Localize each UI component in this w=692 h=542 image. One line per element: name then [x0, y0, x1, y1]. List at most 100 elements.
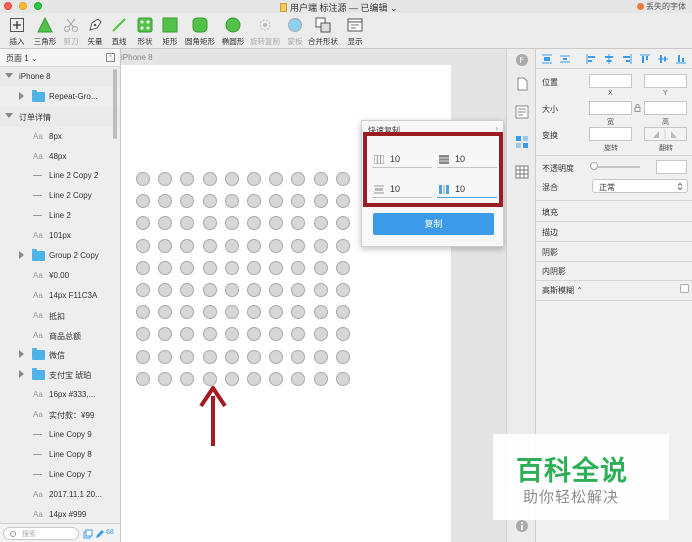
circle-shape[interactable] [224, 260, 239, 275]
disclosure-triangle-icon[interactable] [5, 112, 13, 118]
circle-shape[interactable] [269, 305, 284, 320]
circle-shape[interactable] [202, 283, 217, 297]
circle-shape[interactable] [269, 238, 284, 253]
circle-shape[interactable] [269, 172, 284, 186]
align-bottom-icon[interactable] [676, 54, 686, 64]
circle-shape[interactable] [158, 216, 173, 231]
circle-shape[interactable] [180, 349, 195, 364]
circle-shape[interactable] [291, 194, 306, 209]
circle-shape[interactable] [224, 172, 239, 186]
circle-shape[interactable] [180, 194, 195, 209]
circle-shape[interactable] [269, 260, 284, 275]
layer-item[interactable]: Line 2 Copy 2 [0, 166, 120, 187]
circle-shape[interactable] [202, 194, 217, 209]
layer-item[interactable]: Line 2 Copy [0, 186, 120, 207]
circle-shape[interactable] [313, 238, 328, 253]
layer-item[interactable]: 订单详情 [0, 106, 120, 127]
circle-shape[interactable] [158, 172, 173, 186]
circle-shape[interactable] [247, 327, 261, 342]
layer-item[interactable]: Aa ¥0.00 [0, 265, 120, 286]
circle-shape[interactable] [158, 305, 173, 320]
circle-shape[interactable] [158, 260, 173, 275]
circle-shape[interactable] [224, 327, 239, 342]
artboard-label[interactable]: iPhone 8 [121, 53, 153, 62]
flip-buttons[interactable] [644, 127, 687, 141]
circle-shape[interactable] [136, 260, 150, 275]
layer-item[interactable]: Line Copy 8 [0, 444, 120, 465]
zoom-window-button[interactable] [34, 2, 42, 10]
circle-shape[interactable] [335, 349, 350, 364]
circle-shape[interactable] [180, 305, 195, 320]
copy-button[interactable]: 复制 [373, 213, 494, 235]
info-icon[interactable] [515, 519, 529, 533]
circle-shape[interactable] [202, 349, 217, 364]
circle-shape[interactable] [269, 194, 284, 209]
circle-shape[interactable] [202, 305, 217, 320]
circle-shape[interactable] [247, 260, 261, 275]
circle-shape[interactable] [247, 283, 261, 297]
table-icon[interactable] [515, 165, 529, 179]
circle-shape[interactable] [269, 349, 284, 364]
font-icon[interactable]: F [515, 53, 529, 67]
add-page-icon[interactable]: ▫ [106, 53, 115, 62]
layers-scrollbar[interactable] [113, 69, 117, 139]
circle-shape[interactable] [291, 305, 306, 320]
opacity-slider-track[interactable] [594, 166, 640, 168]
circle-shape[interactable] [136, 283, 150, 297]
circle-shape[interactable] [313, 305, 328, 320]
rounded-rectangle-button[interactable]: 圆角矩形 [183, 17, 217, 47]
lock-icon[interactable] [634, 104, 641, 112]
blend-mode-select[interactable]: 正常 [592, 179, 688, 193]
circle-shape[interactable] [224, 216, 239, 231]
circle-shape[interactable] [335, 327, 350, 342]
layer-item[interactable]: Group 2 Copy [0, 246, 120, 266]
circle-shape[interactable] [269, 371, 284, 386]
circle-shape[interactable] [313, 327, 328, 342]
circle-shape[interactable] [224, 283, 239, 297]
circle-shape[interactable] [136, 371, 150, 386]
circle-shape[interactable] [247, 216, 261, 231]
circle-shape[interactable] [269, 327, 284, 342]
circle-shape[interactable] [291, 283, 306, 297]
align-center-icon[interactable] [604, 54, 614, 64]
circle-shape[interactable] [291, 216, 306, 231]
circle-shape[interactable] [136, 216, 150, 231]
circle-shape[interactable] [335, 283, 350, 297]
page-selector[interactable]: 页面 1 ⌄ ▫ [0, 49, 120, 67]
layer-item[interactable]: Aa 14px F11C3A [0, 285, 120, 306]
circle-shape[interactable] [136, 238, 150, 253]
layer-item[interactable]: Aa 商品总额 [0, 325, 120, 346]
layer-item[interactable]: iPhone 8 [0, 67, 120, 87]
circle-shape[interactable] [291, 260, 306, 275]
close-window-button[interactable] [4, 2, 12, 10]
layer-item[interactable]: 微信 [0, 345, 120, 366]
layer-item[interactable]: Aa 16px #333,... [0, 385, 120, 406]
disclosure-triangle-icon[interactable] [19, 251, 24, 260]
circle-shape[interactable] [202, 260, 217, 275]
rotate-copy-button[interactable]: 旋转复制 [248, 17, 282, 47]
layer-item[interactable]: Aa 101px [0, 226, 120, 247]
circle-shape[interactable] [291, 327, 306, 342]
shadow-section[interactable]: 阴影 [542, 247, 558, 258]
y-position-input[interactable] [644, 74, 687, 88]
circle-shape[interactable] [180, 371, 195, 386]
circle-shape[interactable] [335, 194, 350, 209]
layer-item[interactable]: Repeat-Gro... [0, 86, 120, 107]
copy-layers-icon[interactable] [83, 529, 93, 539]
circle-shape[interactable] [291, 172, 306, 186]
circle-shape[interactable] [291, 371, 306, 386]
layer-item[interactable]: Aa 14px #999 [0, 504, 120, 525]
circle-shape[interactable] [335, 216, 350, 231]
circle-shape[interactable] [313, 371, 328, 386]
align-right-icon[interactable] [622, 54, 632, 64]
disclosure-triangle-icon[interactable] [19, 350, 24, 359]
circle-shape[interactable] [202, 371, 217, 386]
circle-shape[interactable] [247, 238, 261, 253]
edit-pen-icon[interactable] [95, 529, 105, 539]
circle-shape[interactable] [313, 194, 328, 209]
circle-shape[interactable] [158, 349, 173, 364]
layer-item[interactable]: Aa 2017.11.1 20... [0, 484, 120, 505]
layer-item[interactable]: Line Copy 9 [0, 425, 120, 445]
circle-shape[interactable] [136, 172, 150, 186]
circle-shape[interactable] [313, 260, 328, 275]
